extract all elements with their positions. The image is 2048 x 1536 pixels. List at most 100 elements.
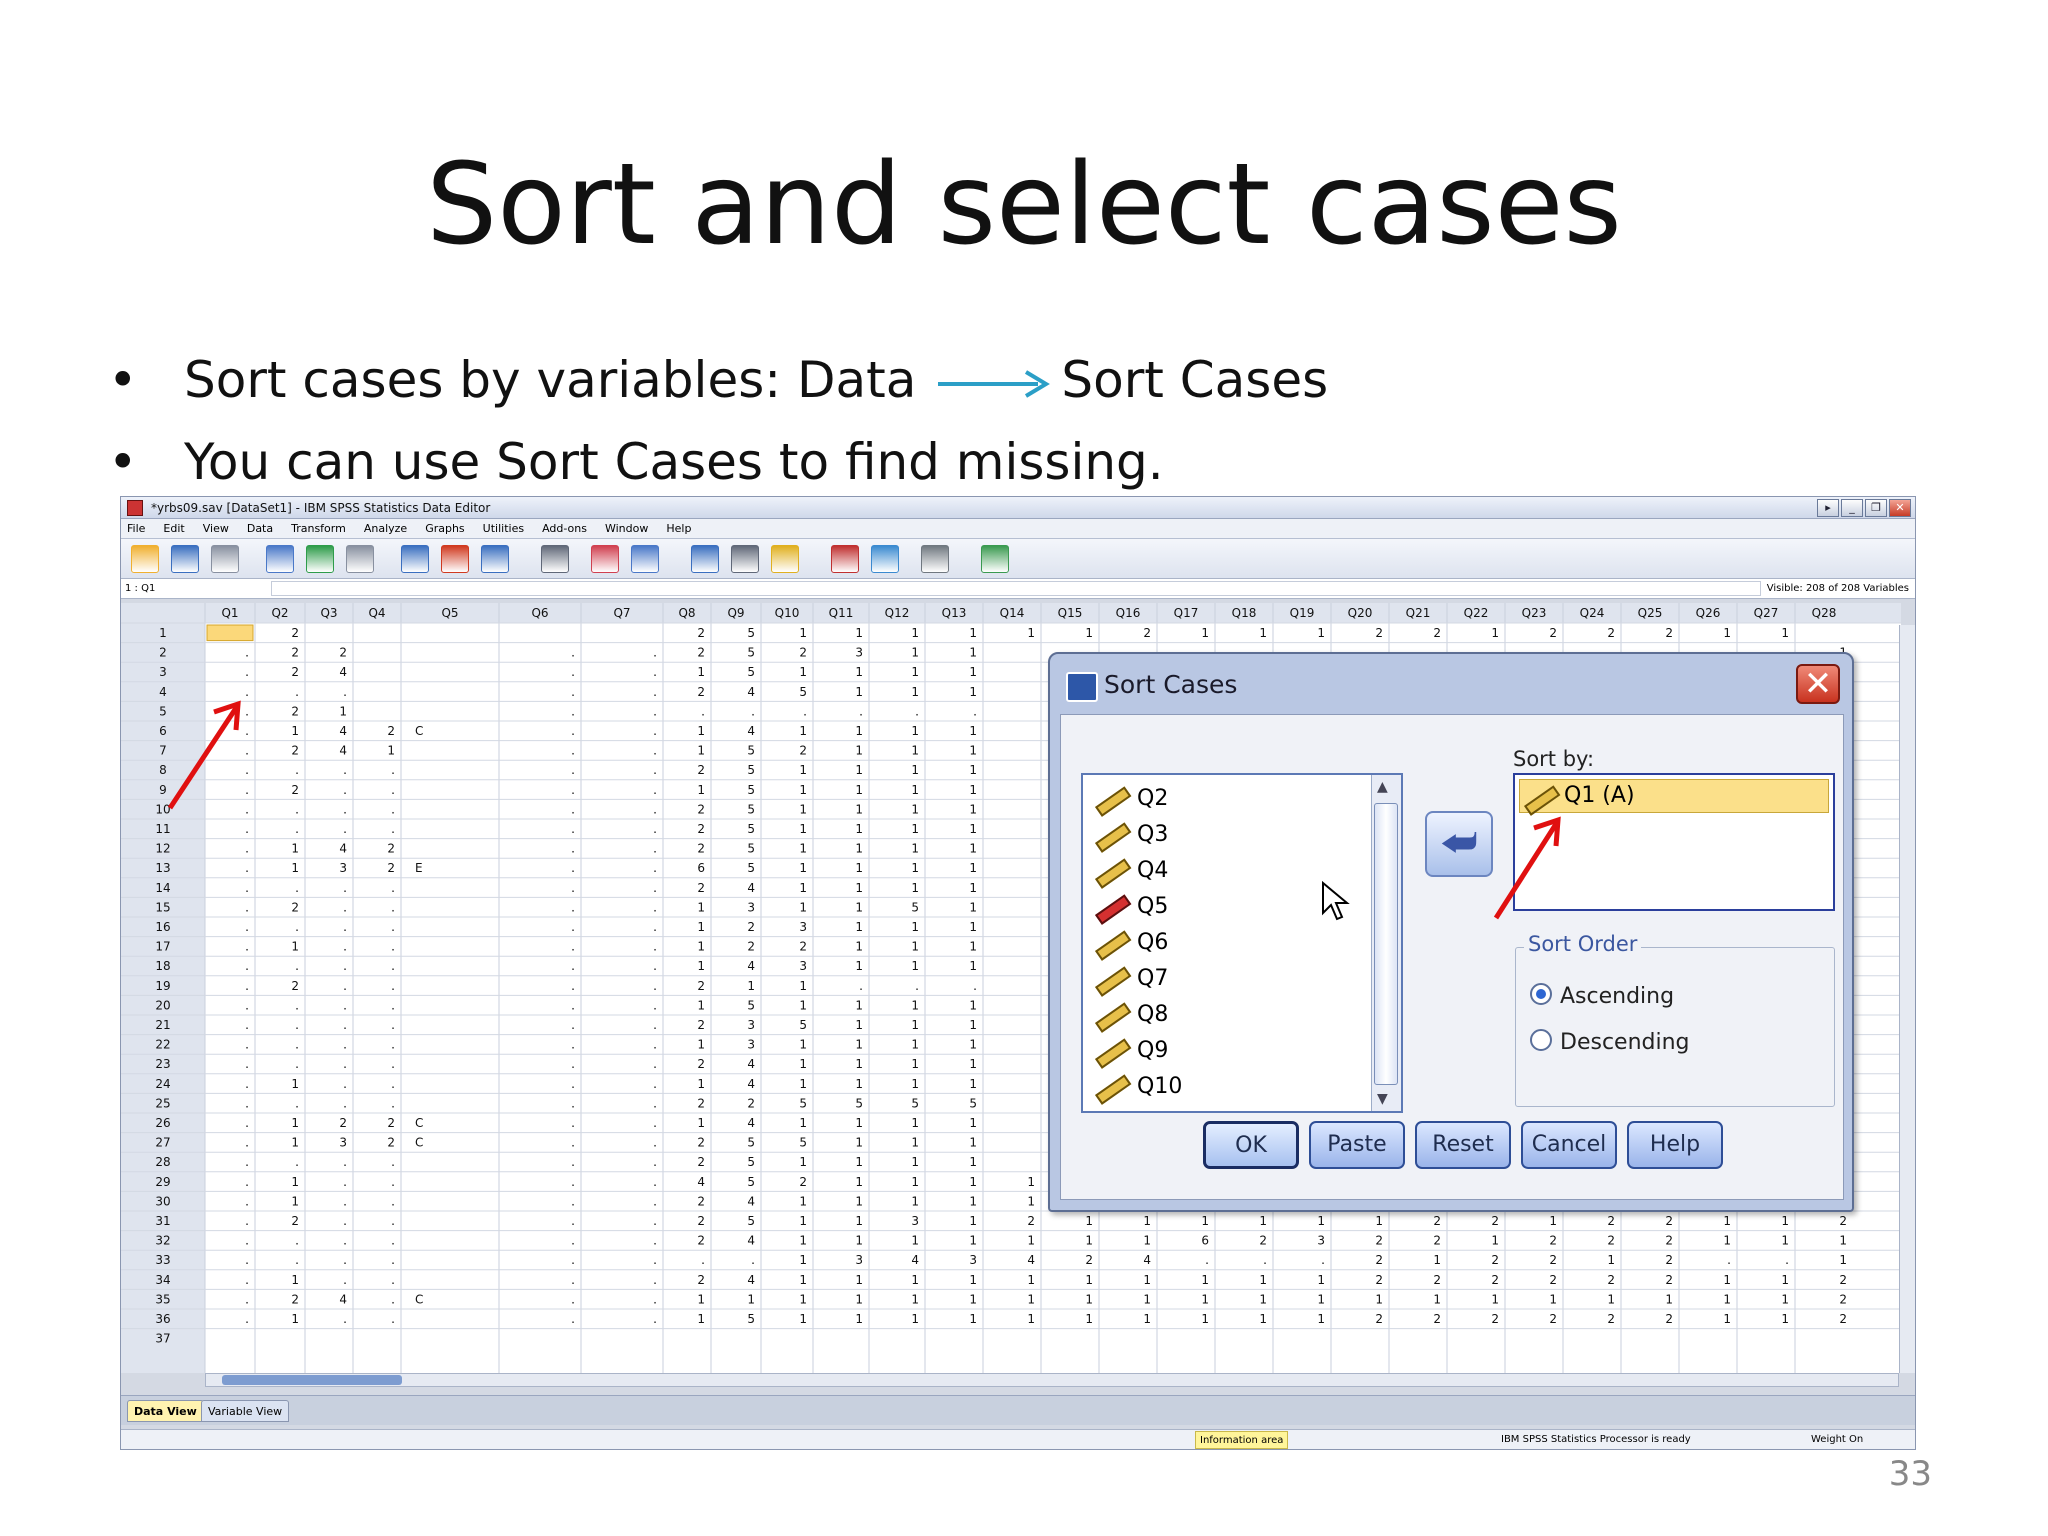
table-cell[interactable]: 1 — [1607, 1292, 1615, 1306]
table-cell[interactable]: 1 — [799, 626, 807, 640]
table-cell[interactable]: 3 — [1317, 1234, 1325, 1248]
table-cell[interactable]: 2 — [387, 842, 395, 856]
table-cell[interactable]: 1 — [969, 1136, 977, 1150]
table-cell[interactable]: . — [571, 1194, 575, 1208]
insert-variable-icon[interactable] — [631, 545, 659, 573]
descending-radio[interactable]: Descending — [1530, 1029, 1690, 1055]
table-cell[interactable]: 4 — [1027, 1253, 1035, 1267]
table-cell[interactable]: 1 — [1491, 626, 1499, 640]
weight-cases-icon[interactable] — [731, 545, 759, 573]
variable-item[interactable]: Q7 — [1091, 961, 1168, 997]
table-cell[interactable]: 1 — [747, 979, 755, 993]
table-cell[interactable]: 1 — [799, 1116, 807, 1130]
table-cell[interactable]: . — [571, 1136, 575, 1150]
variable-item[interactable]: Q2 — [1091, 781, 1168, 817]
row-number[interactable]: 31 — [155, 1214, 170, 1228]
table-cell[interactable]: . — [245, 1214, 249, 1228]
table-cell[interactable]: 5 — [747, 842, 755, 856]
row-number[interactable]: 18 — [155, 959, 170, 973]
table-cell[interactable]: 2 — [1549, 1273, 1557, 1287]
table-cell[interactable]: 2 — [697, 842, 705, 856]
table-cell[interactable]: 1 — [855, 822, 863, 836]
table-cell[interactable]: . — [245, 920, 249, 934]
table-cell[interactable]: 1 — [1317, 1273, 1325, 1287]
column-header-q3[interactable]: Q3 — [320, 606, 337, 620]
table-cell[interactable]: 2 — [387, 1116, 395, 1130]
table-cell[interactable]: 1 — [855, 802, 863, 816]
row-number[interactable]: 22 — [155, 1038, 170, 1052]
variable-item[interactable]: Q8 — [1091, 997, 1168, 1033]
table-cell[interactable]: . — [245, 1273, 249, 1287]
table-cell[interactable]: 1 — [855, 1312, 863, 1326]
table-cell[interactable]: 5 — [747, 665, 755, 679]
table-cell[interactable]: . — [391, 900, 395, 914]
table-cell[interactable]: . — [653, 1018, 657, 1032]
table-cell[interactable]: 1 — [1085, 1312, 1093, 1326]
table-cell[interactable]: 2 — [1665, 1214, 1673, 1228]
table-cell[interactable]: . — [1785, 1253, 1789, 1267]
table-cell[interactable]: . — [343, 940, 347, 954]
table-cell[interactable]: 1 — [799, 1234, 807, 1248]
table-cell[interactable]: 1 — [969, 920, 977, 934]
table-cell[interactable]: 2 — [339, 1116, 347, 1130]
table-cell[interactable]: . — [653, 1077, 657, 1091]
table-cell[interactable]: 4 — [747, 1116, 755, 1130]
table-cell[interactable]: . — [653, 1214, 657, 1228]
table-cell[interactable]: 2 — [799, 646, 807, 660]
table-cell[interactable]: 1 — [911, 1234, 919, 1248]
table-cell[interactable]: . — [343, 1194, 347, 1208]
table-cell[interactable]: 1 — [911, 1273, 919, 1287]
restore-button[interactable]: ❐ — [1865, 499, 1887, 517]
table-cell[interactable]: . — [571, 1273, 575, 1287]
table-cell[interactable]: 2 — [1607, 626, 1615, 640]
table-cell[interactable]: 1 — [855, 724, 863, 738]
ascending-radio[interactable]: Ascending — [1530, 983, 1674, 1009]
open-icon[interactable] — [131, 545, 159, 573]
table-cell[interactable]: 4 — [747, 1194, 755, 1208]
table-cell[interactable]: . — [391, 763, 395, 777]
table-cell[interactable]: . — [245, 1253, 249, 1267]
table-cell[interactable]: 1 — [1549, 1214, 1557, 1228]
table-cell[interactable]: 2 — [1433, 1312, 1441, 1326]
table-cell[interactable]: . — [571, 998, 575, 1012]
table-cell[interactable]: . — [653, 685, 657, 699]
reset-button[interactable]: Reset — [1415, 1121, 1511, 1169]
table-cell[interactable]: . — [245, 1096, 249, 1110]
table-cell[interactable]: . — [653, 998, 657, 1012]
table-cell[interactable]: . — [915, 979, 919, 993]
table-cell[interactable]: 2 — [291, 646, 299, 660]
table-cell[interactable]: . — [245, 842, 249, 856]
table-cell[interactable]: 1 — [697, 724, 705, 738]
row-number[interactable]: 1 — [159, 626, 167, 640]
table-cell[interactable]: . — [571, 1292, 575, 1306]
row-number[interactable]: 35 — [155, 1292, 170, 1306]
table-cell[interactable]: . — [653, 1234, 657, 1248]
table-cell[interactable]: . — [571, 822, 575, 836]
table-cell[interactable]: 1 — [911, 1175, 919, 1189]
table-cell[interactable]: . — [391, 822, 395, 836]
table-cell[interactable]: 1 — [799, 1214, 807, 1228]
table-cell[interactable]: 1 — [1723, 1292, 1731, 1306]
table-cell[interactable]: 1 — [855, 744, 863, 758]
table-cell[interactable]: 3 — [339, 861, 347, 875]
table-cell[interactable]: . — [653, 979, 657, 993]
table-cell[interactable]: 2 — [1259, 1234, 1267, 1248]
save-icon[interactable] — [171, 545, 199, 573]
table-cell[interactable]: . — [653, 646, 657, 660]
table-cell[interactable]: 1 — [969, 998, 977, 1012]
table-cell[interactable]: 2 — [1491, 1214, 1499, 1228]
table-cell[interactable]: 6 — [1201, 1234, 1209, 1248]
table-cell[interactable]: 4 — [747, 1234, 755, 1248]
table-cell[interactable]: 5 — [799, 685, 807, 699]
move-to-sort-by-button[interactable]: ⮨ — [1425, 811, 1493, 877]
table-cell[interactable]: . — [343, 763, 347, 777]
table-cell[interactable]: 1 — [911, 646, 919, 660]
table-cell[interactable]: . — [571, 1175, 575, 1189]
table-cell[interactable]: 1 — [969, 1116, 977, 1130]
goto-variable-icon[interactable] — [441, 545, 469, 573]
table-cell[interactable]: 1 — [1259, 1214, 1267, 1228]
table-cell[interactable]: 5 — [747, 1155, 755, 1169]
table-cell[interactable]: . — [295, 920, 299, 934]
ok-button[interactable]: OK — [1203, 1121, 1299, 1169]
table-cell[interactable]: . — [571, 1312, 575, 1326]
